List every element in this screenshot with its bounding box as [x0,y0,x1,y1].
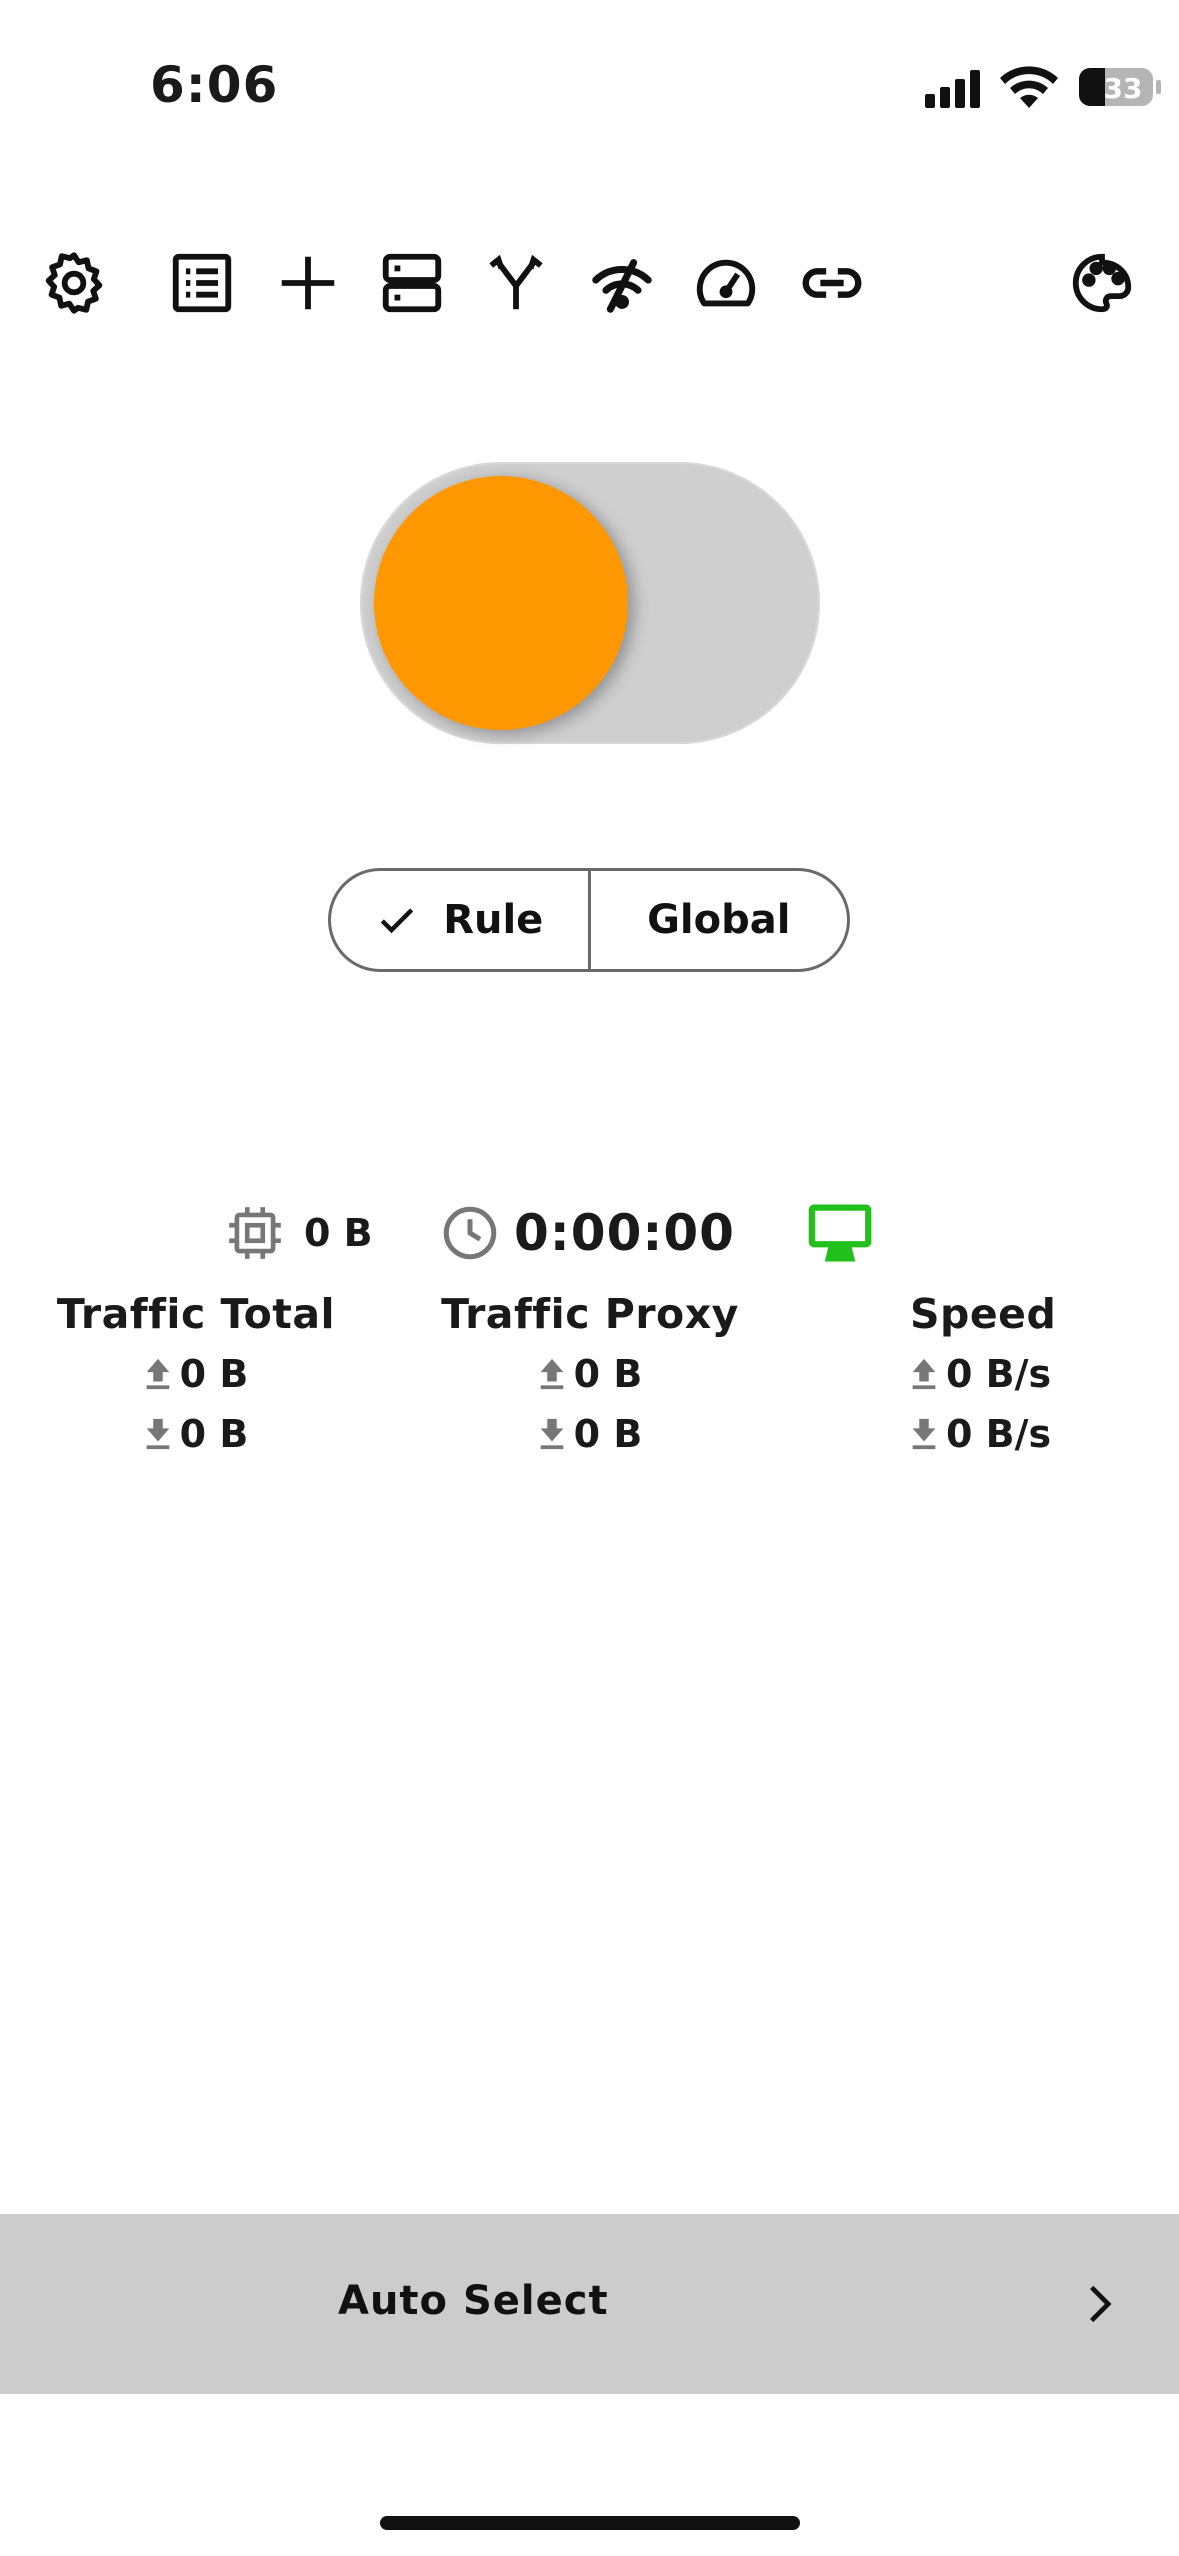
signal-slash-icon [592,259,652,313]
speedometer-icon [696,259,756,307]
speed-down: 0 B/s [880,1410,1080,1458]
speed-up: 0 B/s [880,1350,1080,1398]
cpu-chip-icon [229,1207,281,1259]
upload-arrow-icon [146,1358,170,1390]
traffic-proxy-down-value: 0 B [573,1412,643,1456]
traffic-proxy-up: 0 B [430,1350,750,1398]
link-button[interactable] [794,245,870,321]
download-arrow-icon [540,1418,564,1450]
add-button[interactable] [270,245,346,321]
mode-segmented-control: Rule Global [328,868,850,972]
link-icon [802,268,862,298]
speed-up-value: 0 B/s [946,1352,1052,1396]
auto-select-label: Auto Select [338,2278,609,2324]
gear-icon [45,252,103,314]
cellular-signal-icon [925,70,980,108]
traffic-proxy-title: Traffic Proxy [441,1290,739,1338]
clock-icon [443,1206,497,1260]
download-arrow-icon [912,1418,936,1450]
status-time: 6:06 [150,56,279,114]
speed-down-value: 0 B/s [946,1412,1052,1456]
plus-icon [281,256,335,310]
server-icon [382,253,442,313]
vpn-toggle[interactable] [360,462,820,744]
duration-value: 0:00:00 [514,1204,735,1262]
mode-global-option[interactable]: Global [587,871,848,969]
status-icons: 33 [879,60,1179,120]
memory-stat: 0 B [224,1198,373,1268]
auto-select-bar[interactable]: Auto Select [0,2214,1179,2394]
fork-icon [489,254,543,310]
home-indicator [380,2516,800,2530]
speed-title: Speed [910,1290,1057,1338]
traffic-total-down-value: 0 B [179,1412,249,1456]
toggle-knob [374,476,628,730]
mode-global-label: Global [647,897,791,943]
logs-button[interactable] [164,245,240,321]
duration-stat: 0:00:00 [440,1198,735,1268]
checkmark-icon [380,908,414,934]
traffic-total-up-value: 0 B [179,1352,249,1396]
settings-button[interactable] [36,245,112,321]
traffic-total-title: Traffic Total [56,1290,336,1338]
traffic-total-down: 0 B [40,1410,352,1458]
upload-arrow-icon [540,1358,564,1390]
traffic-total-up: 0 B [40,1350,352,1398]
theme-button[interactable] [1064,245,1140,321]
traffic-proxy-up-value: 0 B [573,1352,643,1396]
list-icon [172,253,232,313]
upload-arrow-icon [912,1358,936,1390]
speedtest-button[interactable] [688,245,764,321]
routing-button[interactable] [478,245,554,321]
download-arrow-icon [146,1418,170,1450]
mode-rule-label: Rule [443,897,544,943]
palette-icon [1072,253,1132,313]
monitor-icon [808,1204,872,1262]
traffic-proxy-down: 0 B [430,1410,750,1458]
battery-level: 33 [1103,72,1143,105]
chevron-right-icon [1089,2285,1112,2323]
mode-rule-option[interactable]: Rule [331,871,588,969]
latency-button[interactable] [584,245,660,321]
wifi-icon [1000,66,1058,108]
speed-column: Speed 0 B/s 0 B/s [880,1290,1080,1458]
traffic-proxy-column: Traffic Proxy 0 B 0 B [430,1290,750,1458]
device-status[interactable] [806,1198,874,1268]
servers-button[interactable] [374,245,450,321]
traffic-total-column: Traffic Total 0 B 0 B [40,1290,352,1458]
memory-value: 0 B [304,1211,373,1255]
